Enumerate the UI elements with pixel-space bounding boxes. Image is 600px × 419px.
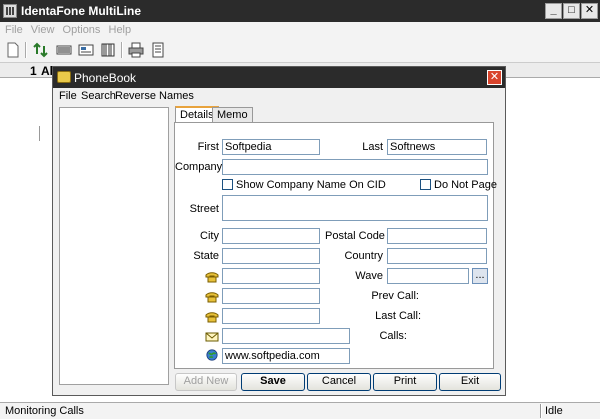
status-bar: Monitoring Calls Idle [0,402,600,419]
details-panel: First Softpedia Last Softnews Company Sh… [174,122,497,369]
phone-icon [205,292,219,303]
street-field[interactable] [222,195,488,221]
state-label: State [193,250,219,262]
save-button[interactable]: Save [241,373,305,391]
dialog-menu-file[interactable]: File [59,90,77,102]
grid-row-header [0,126,40,141]
show-company-checkbox[interactable] [222,179,233,190]
close-button[interactable]: ✕ [581,3,598,19]
company-label: Company [175,161,223,173]
postal-code-label: Postal Code [325,230,385,242]
menu-view[interactable]: View [31,24,55,36]
dialog-title: PhoneBook [74,71,137,85]
status-text: Monitoring Calls [5,405,84,417]
maximize-button[interactable]: □ [563,3,580,19]
print-button[interactable]: Print [373,373,437,391]
dialog-close-button[interactable]: ✕ [487,70,502,85]
show-company-label: Show Company Name On CID [236,179,386,191]
last-call-label: Last Call: [375,310,421,322]
country-label: Country [344,250,383,262]
first-name-field[interactable]: Softpedia [222,139,320,155]
dialog-menu-search[interactable]: Search [81,90,116,102]
last-label: Last [362,141,383,153]
main-title-bar: IdentaFone MultiLine _ □ ✕ [0,0,600,22]
new-document-icon[interactable] [5,42,21,58]
wave-field[interactable] [387,268,469,284]
grid-row-number: 1 [30,64,37,78]
dialog-menubar: File Search Reverse Names [53,88,505,104]
street-label: Street [189,203,219,215]
city-label: City [200,230,219,242]
country-field[interactable] [387,248,487,264]
postal-code-field[interactable] [387,228,487,244]
city-field[interactable] [222,228,320,244]
barcode-icon[interactable] [56,42,72,58]
card-icon[interactable] [78,42,94,58]
tab-memo[interactable]: Memo [212,107,253,123]
do-not-page-checkbox[interactable] [420,179,431,190]
app-icon [3,4,17,18]
menu-options[interactable]: Options [63,24,101,36]
phone-field-2[interactable] [222,288,320,304]
main-window-title: IdentaFone MultiLine [21,4,141,18]
main-menubar: File View Options Help [0,22,600,38]
globe-icon [206,349,218,361]
phonebook-icon [57,71,71,83]
menu-file[interactable]: File [5,24,23,36]
dialog-menu-reverse-names[interactable]: Reverse Names [115,90,194,102]
toolbar-separator [121,42,123,58]
list-icon[interactable] [150,42,166,58]
wave-browse-button[interactable]: ... [472,268,488,284]
print-icon[interactable] [128,42,144,58]
calls-label: Calls: [379,330,407,342]
toolbar-separator [25,42,27,58]
company-field[interactable] [222,159,488,175]
phone-icon [205,312,219,323]
first-label: First [197,141,219,153]
prev-call-label: Prev Call: [371,290,419,302]
exit-button[interactable]: Exit [439,373,501,391]
contact-list[interactable] [59,107,169,385]
add-new-button[interactable]: Add New [175,373,237,391]
status-state: Idle [545,405,563,417]
phone-icon [205,272,219,283]
do-not-page-label: Do Not Page [434,179,497,191]
main-toolbar [0,38,600,63]
minimize-button[interactable]: _ [545,3,562,19]
website-field[interactable]: www.softpedia.com [222,348,350,364]
phone-field-3[interactable] [222,308,320,324]
phone-field-1[interactable] [222,268,320,284]
menu-help[interactable]: Help [109,24,132,36]
phonebook-icon[interactable] [100,42,116,58]
transfer-arrows-icon[interactable] [33,42,49,58]
dialog-title-bar: PhoneBook ✕ [53,67,505,88]
state-field[interactable] [222,248,320,264]
email-icon [205,332,219,342]
status-separator [540,404,542,418]
phonebook-dialog: PhoneBook ✕ File Search Reverse Names De… [52,66,506,396]
wave-label: Wave [355,270,383,282]
cancel-button[interactable]: Cancel [307,373,371,391]
last-name-field[interactable]: Softnews [387,139,487,155]
